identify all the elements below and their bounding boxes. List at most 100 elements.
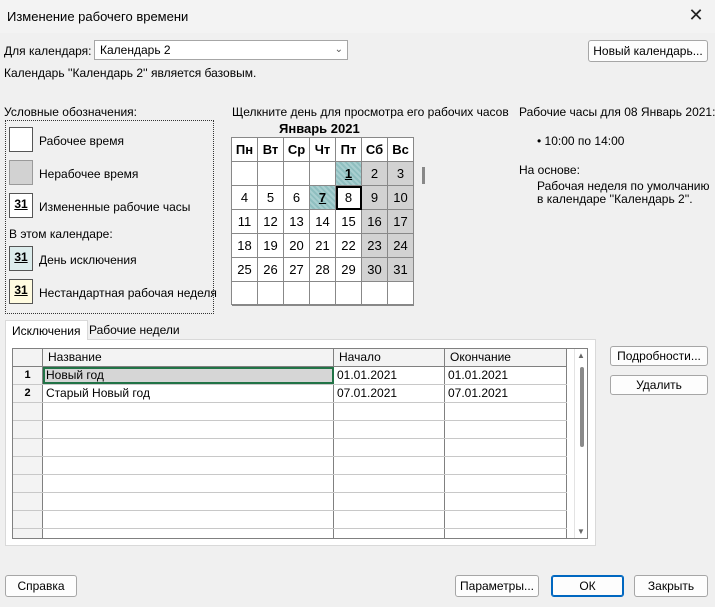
calendar-day[interactable]: 4: [232, 186, 258, 210]
exception-start-cell[interactable]: 01.01.2021: [334, 367, 445, 384]
scroll-up-icon[interactable]: ▲: [577, 351, 585, 360]
calendar-day[interactable]: 2: [362, 162, 388, 186]
exception-start-cell[interactable]: 07.01.2021: [334, 385, 445, 402]
calendar-day[interactable]: 23: [362, 234, 388, 258]
table-cell-empty[interactable]: [334, 457, 445, 474]
column-header-end[interactable]: Окончание: [445, 349, 567, 366]
table-cell-empty[interactable]: [445, 421, 567, 438]
calendar-day[interactable]: 22: [336, 234, 362, 258]
table-cell-empty[interactable]: [13, 421, 43, 438]
table-cell-empty[interactable]: [445, 511, 567, 528]
calendar-day[interactable]: 8: [336, 186, 362, 210]
calendar-day[interactable]: 7: [310, 186, 336, 210]
calendar-day[interactable]: 14: [310, 210, 336, 234]
table-cell-empty[interactable]: [13, 493, 43, 510]
exception-name-cell[interactable]: Старый Новый год: [43, 385, 334, 402]
calendar-day[interactable]: 27: [284, 258, 310, 282]
exception-name-cell[interactable]: Новый год: [43, 367, 334, 384]
scrollbar-thumb[interactable]: [580, 367, 584, 447]
tab-work-weeks[interactable]: Рабочие недели: [83, 320, 186, 340]
help-button[interactable]: Справка: [5, 575, 77, 597]
table-cell-empty[interactable]: [43, 421, 334, 438]
table-cell-empty[interactable]: [445, 475, 567, 492]
calendar-day[interactable]: 25: [232, 258, 258, 282]
table-cell-empty[interactable]: [43, 403, 334, 420]
calendar-day[interactable]: 19: [258, 234, 284, 258]
calendar-day[interactable]: 31: [388, 258, 414, 282]
options-button[interactable]: Параметры...: [455, 575, 539, 597]
calendar-day[interactable]: 24: [388, 234, 414, 258]
calendar-day[interactable]: 17: [388, 210, 414, 234]
calendar-day[interactable]: 28: [310, 258, 336, 282]
close-button[interactable]: Закрыть: [634, 575, 708, 597]
calendar-day[interactable]: 29: [336, 258, 362, 282]
calendar-day[interactable]: 21: [310, 234, 336, 258]
table-cell-empty[interactable]: [43, 475, 334, 492]
table-row[interactable]: 1 Новый год 01.01.2021 01.01.2021: [13, 367, 567, 385]
table-cell-empty[interactable]: [13, 457, 43, 474]
table-cell-empty[interactable]: [445, 457, 567, 474]
table-cell-empty[interactable]: [334, 421, 445, 438]
exceptions-table[interactable]: Название Начало Окончание 1 Новый год 01…: [12, 348, 588, 539]
exception-end-cell[interactable]: 07.01.2021: [445, 385, 567, 402]
calendar-day[interactable]: 30: [362, 258, 388, 282]
calendar-day[interactable]: 11: [232, 210, 258, 234]
row-number[interactable]: 1: [13, 367, 43, 384]
table-cell-empty[interactable]: [43, 439, 334, 456]
details-button[interactable]: Подробности...: [610, 346, 708, 366]
calendar-day[interactable]: 10: [388, 186, 414, 210]
table-cell-empty[interactable]: [445, 493, 567, 510]
calendar-day[interactable]: 16: [362, 210, 388, 234]
table-cell-empty[interactable]: [43, 457, 334, 474]
table-cell-empty[interactable]: [334, 475, 445, 492]
table-scrollbar[interactable]: ▲ ▼: [574, 349, 587, 538]
tab-exceptions[interactable]: Исключения: [5, 320, 88, 341]
table-cell-empty[interactable]: [334, 439, 445, 456]
calendar-day[interactable]: 18: [232, 234, 258, 258]
close-icon[interactable]: ✕: [685, 4, 707, 26]
table-cell-empty[interactable]: [43, 493, 334, 510]
table-row-empty[interactable]: [13, 439, 567, 457]
table-row-empty[interactable]: [13, 511, 567, 529]
table-cell-empty[interactable]: [445, 529, 567, 538]
exception-end-cell[interactable]: 01.01.2021: [445, 367, 567, 384]
ok-button[interactable]: ОК: [551, 575, 624, 597]
new-calendar-button[interactable]: Новый календарь...: [588, 40, 708, 62]
month-calendar[interactable]: Пн Вт Ср Чт Пт Сб Вс 1 2 3 4 5 6 7 8 9 10 11 12 13 14 15 16 17 1…: [231, 137, 414, 306]
table-row-empty[interactable]: [13, 529, 567, 538]
table-row[interactable]: 2 Старый Новый год 07.01.2021 07.01.2021: [13, 385, 567, 403]
calendar-day[interactable]: 3: [388, 162, 414, 186]
table-cell-empty[interactable]: [13, 403, 43, 420]
delete-button[interactable]: Удалить: [610, 375, 708, 395]
calendar-day[interactable]: 26: [258, 258, 284, 282]
table-cell-empty[interactable]: [13, 475, 43, 492]
calendar-day[interactable]: 12: [258, 210, 284, 234]
table-row-empty[interactable]: [13, 403, 567, 421]
table-cell-empty[interactable]: [13, 439, 43, 456]
table-cell-empty[interactable]: [445, 403, 567, 420]
calendar-day[interactable]: 13: [284, 210, 310, 234]
table-cell-empty[interactable]: [13, 511, 43, 528]
table-cell-empty[interactable]: [13, 529, 43, 538]
calendar-select[interactable]: Календарь 2 ⌄: [94, 40, 348, 60]
calendar-day[interactable]: 1: [336, 162, 362, 186]
row-number[interactable]: 2: [13, 385, 43, 402]
calendar-day[interactable]: 15: [336, 210, 362, 234]
table-cell-empty[interactable]: [334, 493, 445, 510]
table-cell-empty[interactable]: [43, 511, 334, 528]
table-cell-empty[interactable]: [334, 403, 445, 420]
table-cell-empty[interactable]: [334, 529, 445, 538]
table-cell-empty[interactable]: [334, 511, 445, 528]
table-row-empty[interactable]: [13, 457, 567, 475]
column-header-name[interactable]: Название: [43, 349, 334, 366]
table-row-empty[interactable]: [13, 493, 567, 511]
table-row-empty[interactable]: [13, 475, 567, 493]
table-cell-empty[interactable]: [445, 439, 567, 456]
scroll-down-icon[interactable]: ▼: [577, 527, 585, 536]
calendar-day[interactable]: 5: [258, 186, 284, 210]
calendar-day[interactable]: 9: [362, 186, 388, 210]
calendar-day[interactable]: 20: [284, 234, 310, 258]
calendar-scrollbar[interactable]: [422, 167, 425, 184]
column-header-start[interactable]: Начало: [334, 349, 445, 366]
table-cell-empty[interactable]: [43, 529, 334, 538]
